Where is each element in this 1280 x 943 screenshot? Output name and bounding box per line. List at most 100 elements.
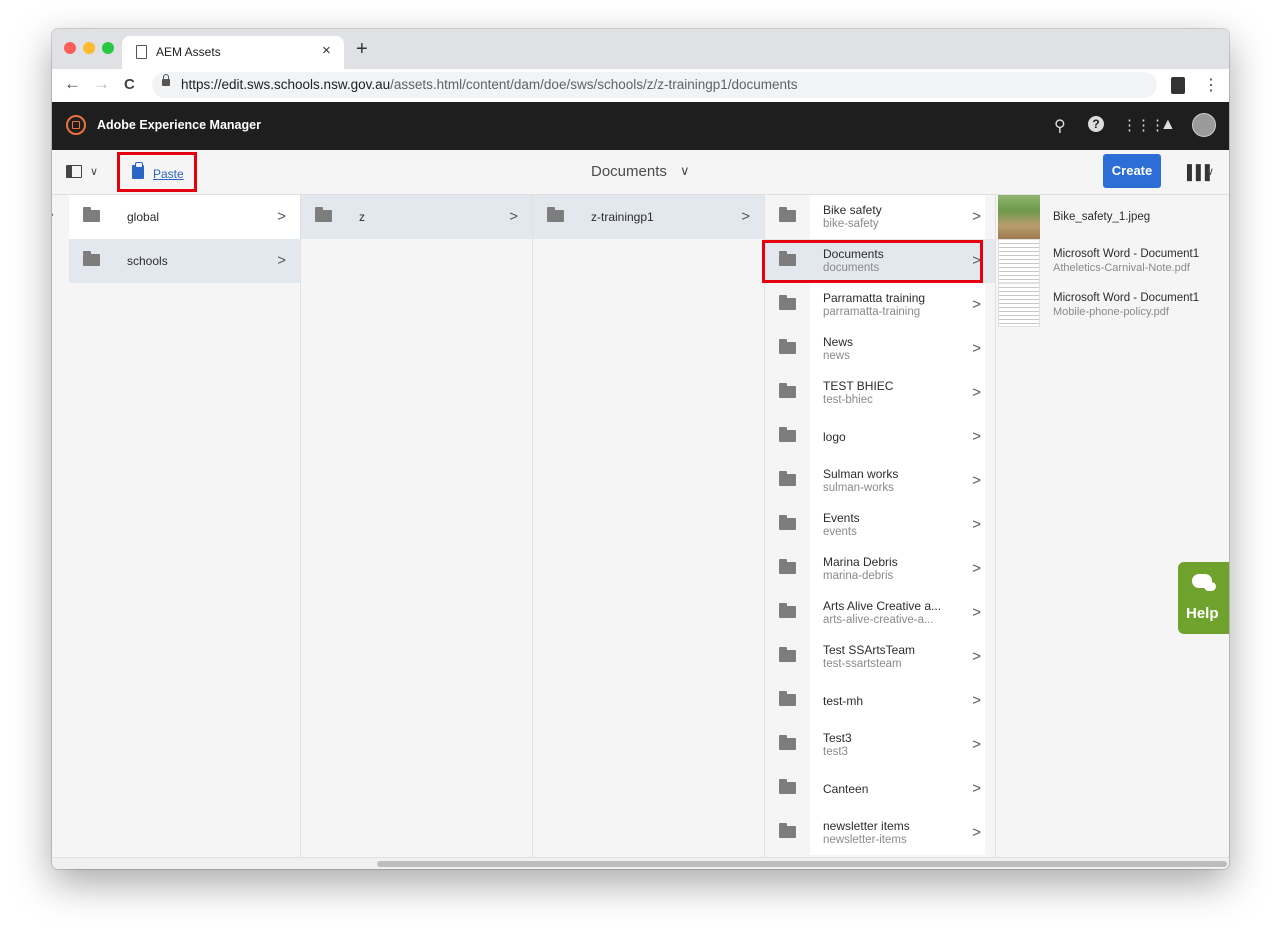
tab-bar: AEM Assets × + <box>52 29 1229 69</box>
column-view-icon[interactable]: ▐▐▐ <box>1182 164 1210 180</box>
item-title: newsletter items <box>823 819 910 833</box>
list-item[interactable]: TEST BHIEC test-bhiec > <box>765 371 995 415</box>
breadcrumb-chevron-icon[interactable]: ∨ <box>680 163 690 179</box>
asset-item[interactable]: Microsoft Word - Document1 Mobile-phone-… <box>996 283 1229 327</box>
list-item[interactable]: Test3 test3 > <box>765 723 995 767</box>
list-item[interactable]: Parramatta training parramatta-training > <box>765 283 995 327</box>
forward-icon[interactable]: → <box>93 74 110 94</box>
list-item[interactable]: Arts Alive Creative a... arts-alive-creat… <box>765 591 995 635</box>
avatar[interactable] <box>1192 113 1216 137</box>
chevron-right-icon[interactable]: > <box>972 516 981 533</box>
chevron-right-icon[interactable]: > <box>972 824 981 841</box>
chevron-right-icon[interactable]: > <box>972 736 981 753</box>
chevron-right-icon[interactable]: > <box>972 208 981 225</box>
horizontal-scrollbar-thumb[interactable] <box>377 861 1227 867</box>
minimize-window-button[interactable] <box>83 42 95 54</box>
chevron-right-icon[interactable]: > <box>972 340 981 357</box>
chevron-right-icon[interactable]: > <box>972 692 981 709</box>
list-item[interactable]: Events events > <box>765 503 995 547</box>
browser-menu-icon[interactable]: ⋮ <box>1203 75 1219 95</box>
list-item[interactable]: Canteen > <box>765 767 995 811</box>
column-view: › global > schools > z > z <box>52 195 1229 857</box>
create-button[interactable]: Create <box>1103 154 1161 188</box>
chevron-right-icon[interactable]: > <box>741 208 750 225</box>
list-item[interactable]: global > <box>69 195 300 239</box>
item-subtitle: parramatta-training <box>823 306 921 318</box>
list-item[interactable]: Bike safety bike-safety > <box>765 195 995 239</box>
help-button[interactable]: Help <box>1178 562 1229 634</box>
list-item[interactable]: Sulman works sulman-works > <box>765 459 995 503</box>
apps-icon[interactable]: ⋮⋮⋮ <box>1122 116 1165 134</box>
list-item[interactable]: News news > <box>765 327 995 371</box>
folder-icon <box>315 207 332 222</box>
chevron-right-icon[interactable]: > <box>972 648 981 665</box>
browser-tab[interactable]: AEM Assets × <box>122 36 344 69</box>
close-window-button[interactable] <box>64 42 76 54</box>
clipboard-extension-icon[interactable] <box>1171 77 1185 94</box>
folder-icon <box>779 295 796 310</box>
chevron-right-icon[interactable]: > <box>972 604 981 621</box>
bell-icon[interactable]: ▲ <box>1160 116 1176 134</box>
list-item[interactable]: Test SSArtsTeam test-ssartsteam > <box>765 635 995 679</box>
chevron-down-icon[interactable]: ∨ <box>90 165 98 178</box>
item-subtitle: test3 <box>823 746 848 758</box>
list-item[interactable]: test-mh > <box>765 679 995 723</box>
item-title: Canteen <box>823 782 869 796</box>
back-icon[interactable]: ← <box>64 74 81 94</box>
row-background <box>810 503 985 547</box>
folder-icon <box>779 471 796 486</box>
item-subtitle: news <box>823 350 850 362</box>
aem-header: Adobe Experience Manager ⚲ ? ⋮⋮⋮ ▲ <box>52 102 1229 150</box>
chevron-right-icon[interactable]: > <box>972 780 981 797</box>
folder-icon <box>779 427 796 442</box>
folder-icon <box>779 691 796 706</box>
maximize-window-button[interactable] <box>102 42 114 54</box>
column-4: Bike safety bike-safety > Documents document… <box>765 195 996 857</box>
action-bar: ∨ Paste Documents ∨ Create ▐▐▐ ∨ <box>52 150 1229 195</box>
list-item[interactable]: z-trainingp1 > <box>533 195 764 239</box>
chevron-right-icon[interactable]: > <box>277 252 286 269</box>
search-icon[interactable]: ⚲ <box>1054 116 1066 136</box>
list-item[interactable]: z > <box>301 195 532 239</box>
list-item[interactable]: newsletter items newsletter-items > <box>765 811 995 855</box>
url-input[interactable]: https://edit.sws.schools.nsw.gov.au/asse… <box>152 72 1157 98</box>
tab-close-icon[interactable]: × <box>322 42 331 59</box>
lock-icon <box>162 74 170 86</box>
folder-icon <box>779 515 796 530</box>
collapsed-column[interactable]: › <box>52 195 70 857</box>
chevron-right-icon[interactable]: > <box>509 208 518 225</box>
list-item[interactable]: Marina Debris marina-debris > <box>765 547 995 591</box>
paste-button[interactable]: Paste <box>117 152 197 192</box>
item-subtitle: newsletter-items <box>823 834 907 846</box>
rail-toggle-icon[interactable] <box>66 165 82 178</box>
paste-label: Paste <box>153 167 184 181</box>
folder-icon <box>779 647 796 662</box>
list-item[interactable]: logo > <box>765 415 995 459</box>
breadcrumb-title[interactable]: Documents <box>591 163 667 180</box>
row-background <box>810 591 985 635</box>
item-title: News <box>823 335 854 349</box>
help-icon[interactable]: ? <box>1088 116 1104 132</box>
product-title[interactable]: Adobe Experience Manager <box>97 118 261 132</box>
chevron-right-icon[interactable]: > <box>972 472 981 489</box>
list-item[interactable]: schools > <box>69 239 300 283</box>
chevron-right-icon[interactable]: > <box>972 384 981 401</box>
asset-item[interactable]: Microsoft Word - Document1 Atheletics-Ca… <box>996 239 1229 283</box>
folder-icon <box>779 779 796 794</box>
url-path: /assets.html/content/dam/doe/sws/schools… <box>390 77 798 92</box>
chevron-right-icon[interactable]: > <box>972 296 981 313</box>
item-title: logo <box>823 430 846 444</box>
horizontal-scrollbar[interactable] <box>52 857 1229 869</box>
item-title: global <box>127 210 160 224</box>
view-switcher-chevron-icon[interactable]: ∨ <box>1206 165 1214 178</box>
reload-icon[interactable]: C <box>124 76 135 93</box>
chevron-right-icon[interactable]: > <box>277 208 286 225</box>
item-title: TEST BHIEC <box>823 379 894 393</box>
new-tab-icon[interactable]: + <box>356 38 368 61</box>
chevron-right-icon[interactable]: > <box>972 560 981 577</box>
adobe-logo-icon[interactable] <box>66 115 86 135</box>
column-2: z > <box>301 195 533 857</box>
item-title: Bike safety <box>823 203 882 217</box>
asset-item[interactable]: Bike_safety_1.jpeg <box>996 195 1229 239</box>
chevron-right-icon[interactable]: > <box>972 428 981 445</box>
